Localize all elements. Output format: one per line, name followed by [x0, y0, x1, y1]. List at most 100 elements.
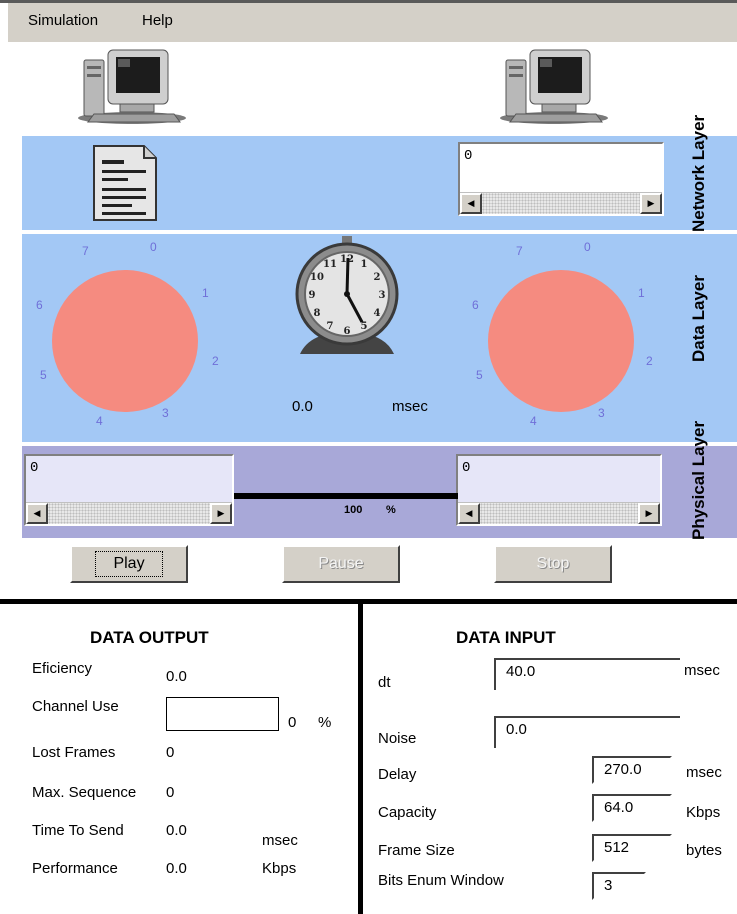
receiver-dial-label-3: 3: [598, 406, 605, 420]
receiver-dial-label-6: 6: [472, 298, 479, 312]
dt-input[interactable]: 40.0: [494, 658, 680, 690]
svg-text:7: 7: [327, 321, 334, 332]
physical-sender-scrollbar[interactable]: ◀ ▶: [26, 502, 232, 524]
menu-simulation[interactable]: Simulation: [28, 12, 98, 29]
efficiency-label: Eficiency: [32, 660, 93, 677]
menu-bar: Simulation Help: [8, 3, 737, 42]
frame-size-input[interactable]: 512: [592, 834, 672, 862]
receiver-dial-label-0: 0: [584, 240, 591, 254]
network-receiver-scrollbar[interactable]: ◀ ▶: [460, 192, 662, 214]
physical-receiver-list[interactable]: 0 ◀ ▶: [456, 454, 662, 526]
dt-label: dt: [378, 674, 391, 691]
physical-sender-list[interactable]: 0 ◀ ▶: [24, 454, 234, 526]
max-sequence-label: Max. Sequence: [32, 784, 137, 801]
time-to-send-value: 0.0: [166, 822, 187, 839]
time-to-send-label: Time To Send: [32, 822, 124, 839]
play-button[interactable]: Play: [70, 545, 188, 583]
sender-dial-label-1: 1: [202, 286, 209, 300]
network-receiver-value: 0: [464, 148, 473, 164]
scroll-track[interactable]: [48, 503, 210, 524]
receiver-dial-label-4: 4: [530, 414, 537, 428]
receiver-computer-icon: [500, 49, 608, 124]
svg-text:1: 1: [361, 259, 368, 270]
frame-size-unit: bytes: [686, 842, 722, 859]
delay-input[interactable]: 270.0: [592, 756, 672, 784]
svg-text:5: 5: [361, 321, 368, 332]
physical-receiver-scrollbar[interactable]: ◀ ▶: [458, 502, 660, 524]
capacity-value: 64.0: [604, 799, 634, 816]
timer-value: 0.0: [292, 398, 313, 415]
delay-unit: msec: [686, 764, 722, 781]
physical-receiver-value: 0: [462, 460, 471, 476]
receiver-dial-label-1: 1: [638, 286, 645, 300]
menu-help[interactable]: Help: [142, 12, 173, 29]
document-icon: [93, 145, 157, 221]
receiver-dial-label-7: 7: [516, 244, 523, 258]
scroll-right-arrow-icon[interactable]: ▶: [638, 503, 660, 524]
sender-dial-label-3: 3: [162, 406, 169, 420]
scroll-left-arrow-icon[interactable]: ◀: [26, 503, 48, 524]
sender-dial-label-0: 0: [150, 240, 157, 254]
capacity-label: Capacity: [378, 804, 437, 821]
scroll-left-arrow-icon[interactable]: ◀: [458, 503, 480, 524]
channel-use-unit: %: [318, 714, 332, 731]
channel-use-value: 0: [288, 714, 297, 731]
efficiency-value: 0.0: [166, 668, 187, 685]
panel-divider-horizontal: [0, 599, 737, 604]
max-sequence-value: 0: [166, 784, 175, 801]
scroll-track[interactable]: [482, 193, 640, 214]
panel-divider-vertical: [358, 601, 363, 914]
sender-dial-label-6: 6: [36, 298, 43, 312]
alarm-clock-icon: 1212 345 678 91011: [295, 236, 399, 354]
stop-button[interactable]: Stop: [494, 545, 612, 583]
scroll-left-arrow-icon[interactable]: ◀: [460, 193, 482, 214]
bits-enum-window-value: 3: [604, 877, 613, 894]
physical-sender-value: 0: [30, 460, 39, 476]
svg-text:10: 10: [310, 272, 324, 283]
dt-unit: msec: [684, 662, 720, 679]
scroll-right-arrow-icon[interactable]: ▶: [640, 193, 662, 214]
receiver-window-circle: [488, 270, 634, 412]
bits-enum-window-input[interactable]: 3: [592, 872, 646, 900]
sender-window-circle: [52, 270, 198, 412]
channel-use-label: Channel Use: [32, 698, 119, 715]
performance-label: Performance: [32, 860, 118, 877]
noise-label: Noise: [378, 730, 417, 747]
svg-text:4: 4: [374, 308, 381, 319]
delay-value: 270.0: [604, 761, 642, 778]
scroll-track[interactable]: [480, 503, 638, 524]
data-input-title: DATA INPUT: [456, 628, 556, 647]
dt-value: 40.0: [506, 663, 536, 680]
frame-size-label: Frame Size: [378, 842, 455, 859]
lost-frames-value: 0: [166, 744, 175, 761]
svg-text:11: 11: [323, 259, 337, 270]
svg-text:3: 3: [379, 290, 386, 301]
performance-unit: Kbps: [262, 860, 297, 877]
svg-text:9: 9: [309, 290, 316, 301]
sender-dial-label-4: 4: [96, 414, 103, 428]
frame-size-value: 512: [604, 839, 630, 856]
timer-unit: msec: [392, 398, 428, 415]
sender-dial-label-7: 7: [82, 244, 89, 258]
delay-label: Delay: [378, 766, 417, 783]
noise-input[interactable]: 0.0: [494, 716, 680, 748]
performance-value: 0.0: [166, 860, 187, 877]
svg-text:2: 2: [374, 272, 381, 283]
svg-text:6: 6: [344, 326, 351, 337]
bits-enum-window-label: Bits Enum Window: [378, 872, 504, 889]
channel-percent-sign: %: [386, 504, 396, 516]
sender-computer-icon: [78, 49, 186, 124]
capacity-input[interactable]: 64.0: [592, 794, 672, 822]
receiver-dial-label-5: 5: [476, 368, 483, 382]
lost-frames-label: Lost Frames: [32, 744, 116, 761]
time-to-send-unit: msec: [262, 832, 298, 849]
scroll-right-arrow-icon[interactable]: ▶: [210, 503, 232, 524]
network-receiver-list[interactable]: 0 ◀ ▶: [458, 142, 664, 216]
sender-dial-label-2: 2: [212, 354, 219, 368]
noise-value: 0.0: [506, 721, 527, 738]
channel-use-meter: [166, 697, 279, 731]
channel-percent-value: 100: [344, 504, 363, 516]
svg-text:8: 8: [314, 308, 321, 319]
channel-line: [234, 493, 458, 499]
pause-button[interactable]: Pause: [282, 545, 400, 583]
